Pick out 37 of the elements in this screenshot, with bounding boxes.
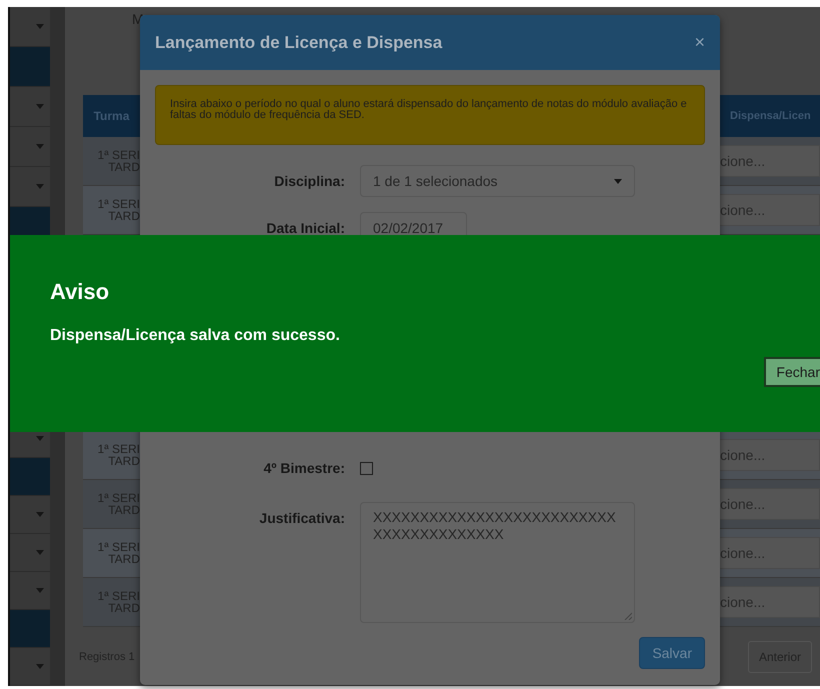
sidebar-dropdown[interactable] [10,572,50,610]
sidebar-item[interactable] [10,610,50,648]
sidebar-dropdown[interactable] [10,534,50,572]
caret-icon [36,184,44,189]
caret-icon [36,104,44,109]
sidebar-dropdown[interactable] [10,496,50,534]
caret-icon [36,24,44,29]
save-button[interactable]: Salvar [639,637,705,669]
notice-message: Dispensa/Licença salva com sucesso. [50,327,341,345]
caret-icon [36,664,44,669]
sidebar-dropdown[interactable] [10,127,50,167]
sidebar-item[interactable] [10,47,50,87]
checkbox[interactable] [360,462,373,474]
sidebar-dropdown[interactable] [10,87,50,127]
field-label: Data Inicial: [265,220,346,236]
sidebar-dropdown[interactable] [10,648,50,686]
resize-grip-icon[interactable] [624,612,632,620]
field-label: Disciplina: [273,173,346,189]
field-label: 4º Bimestre: [262,460,346,476]
close-button[interactable]: × [694,32,705,53]
select-field[interactable]: 1 de 1 selecionados [360,165,635,197]
caret-icon [36,512,44,517]
caret-icon [36,436,44,441]
caret-icon [36,550,44,555]
caret-icon [36,588,44,593]
field-label: Justificativa: [258,509,346,526]
caret-icon [36,144,44,149]
select-value: 1 de 1 selecionados [373,173,498,189]
notice-title: Aviso [50,279,110,305]
sidebar-dropdown[interactable] [10,7,50,47]
text-area[interactable]: XXXXXXXXXXXXXXXXXXXXXXXXXXXXXXXXXXXXXXXX [360,502,635,623]
sidebar-item[interactable] [10,458,50,496]
close-button[interactable]: Fechar [764,357,820,387]
caret-icon [614,178,622,184]
info-alert: Insira abaixo o período no qual o aluno estará dispensado do lançamento de notas do módulo avaliação e faltas do módulo de frequência da SED. [155,85,705,145]
modal-title: Lançamento de Licença e Dispensa [155,32,442,52]
sidebar-dropdown[interactable] [10,167,50,207]
